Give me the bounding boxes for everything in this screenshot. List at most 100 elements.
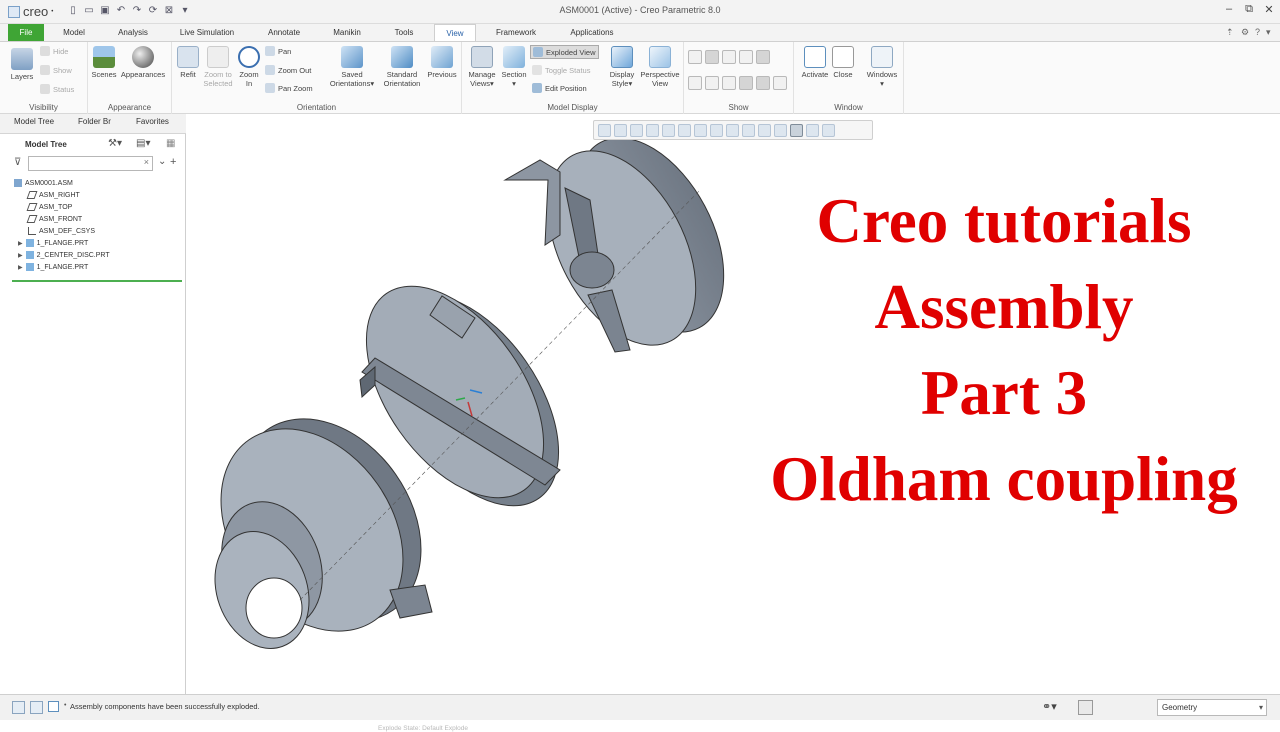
show-button[interactable]: Show [40, 65, 72, 75]
clear-search-icon[interactable]: × [144, 157, 149, 167]
tab-manikin[interactable]: Manikin [322, 24, 372, 41]
tab-file[interactable]: File [8, 24, 44, 41]
tree-item-asm-front[interactable]: ASM_FRONT [26, 215, 82, 223]
pan-button[interactable]: Pan [265, 46, 291, 56]
csys-tag-toggle[interactable] [739, 76, 753, 90]
tab-view[interactable]: View [434, 24, 476, 41]
tree-item-asm-top[interactable]: ASM_TOP [26, 203, 72, 211]
show-browser-icon[interactable] [30, 701, 43, 714]
axis-tag-toggle[interactable] [705, 76, 719, 90]
tab-applications[interactable]: Applications [560, 24, 624, 41]
tree-item-root[interactable]: ASM0001.ASM [14, 179, 73, 187]
close-button[interactable]: Close [830, 46, 856, 79]
expand-icon[interactable]: ▶ [18, 240, 23, 247]
zoom-out-icon[interactable] [630, 123, 643, 137]
tab-live-simulation[interactable]: Live Simulation [170, 24, 244, 41]
view-manager-icon[interactable] [694, 123, 707, 137]
tree-item-flange-2[interactable]: ▶ 1_FLANGE.PRT [18, 263, 88, 271]
tree-columns-icon[interactable]: ▦ [166, 138, 175, 149]
full-screen-icon[interactable] [48, 701, 59, 712]
tab-annotate[interactable]: Annotate [257, 24, 311, 41]
toggle-status-button[interactable]: Toggle Status [532, 65, 590, 75]
exploded-view-button[interactable]: Exploded View [530, 45, 600, 59]
help-icon[interactable]: ? [1255, 27, 1260, 37]
refit-icon[interactable] [598, 123, 611, 137]
csys-display-toggle[interactable] [739, 50, 753, 64]
windows-button[interactable]: Windows ▾ [864, 46, 900, 88]
smart-selection-icon[interactable] [1078, 700, 1093, 715]
edit-position-button[interactable]: Edit Position [532, 83, 587, 93]
repaint-icon[interactable] [646, 123, 659, 137]
tree-item-flange-1[interactable]: ▶ 1_FLANGE.PRT [18, 239, 88, 247]
filter-icon[interactable]: ⊽ [14, 157, 21, 168]
window-group-label[interactable]: Window [794, 103, 903, 112]
refit-button[interactable]: Refit [174, 46, 202, 79]
standard-orientation-button[interactable]: Standard Orientation [382, 46, 422, 88]
zoom-in-icon[interactable] [614, 123, 627, 137]
show-group-label[interactable]: Show [684, 103, 793, 112]
settings-icon[interactable]: ⚙ [1241, 27, 1249, 38]
status-button[interactable]: Status [40, 84, 74, 94]
add-icon[interactable]: + [170, 156, 176, 168]
datum-display-filter-icon[interactable] [742, 123, 755, 137]
tree-item-center-disc[interactable]: ▶ 2_CENTER_DISC.PRT [18, 251, 110, 259]
tree-settings-icon[interactable]: ⚒▾ [108, 138, 122, 149]
saved-orientations-button[interactable]: Saved Orientations▾ [324, 46, 380, 88]
dropdown-icon[interactable]: ▾ [1266, 27, 1271, 38]
tab-model[interactable]: Model [50, 24, 98, 41]
selection-icon[interactable]: ⚭▾ [1042, 700, 1057, 713]
annotation-display-icon[interactable] [758, 123, 771, 137]
previous-button[interactable]: Previous [424, 46, 460, 79]
perspective-view-button[interactable]: Perspective View [638, 46, 682, 88]
flange-top[interactable] [503, 114, 754, 370]
display-style-button[interactable]: Display Style▾ [606, 46, 638, 88]
tab-folder-browser[interactable]: Folder Br [78, 117, 124, 126]
show-navigator-icon[interactable] [12, 701, 25, 714]
activate-button[interactable]: Activate [798, 46, 832, 79]
tab-favorites[interactable]: Favorites [136, 117, 182, 126]
close-window-button[interactable]: ✕ [1260, 3, 1278, 16]
section-button[interactable]: Section ▾ [500, 46, 528, 88]
scenes-button[interactable]: Scenes [90, 46, 118, 79]
video-icon[interactable] [822, 123, 835, 137]
plane-display-toggle[interactable] [688, 50, 702, 64]
layers-button[interactable]: Layers [8, 48, 36, 81]
minimize-button[interactable]: – [1220, 3, 1238, 15]
tab-analysis[interactable]: Analysis [108, 24, 158, 41]
point-tag-toggle[interactable] [722, 76, 736, 90]
perspective-icon[interactable] [710, 123, 723, 137]
pan-zoom-button[interactable]: Pan Zoom [265, 83, 313, 93]
zoom-out-button[interactable]: Zoom Out [265, 65, 311, 75]
annotation-display-toggle[interactable] [773, 76, 787, 90]
display-style-icon[interactable] [662, 123, 675, 137]
tag-display-toggle[interactable] [756, 50, 770, 64]
tree-search-input[interactable]: × [28, 156, 153, 171]
hide-button[interactable]: Hide [40, 46, 68, 56]
appearances-button[interactable]: Appearances [120, 46, 166, 79]
pause-icon[interactable] [806, 123, 819, 137]
plane-tag-toggle[interactable] [688, 76, 702, 90]
tab-model-tree[interactable]: Model Tree [14, 117, 54, 126]
model-display-group-label[interactable]: Model Display [462, 103, 683, 112]
explode-toggle-icon[interactable] [790, 123, 803, 137]
zoom-to-selected-button[interactable]: Zoom to Selected [200, 46, 236, 88]
show-menu-icon[interactable]: ▤▾ [136, 138, 150, 149]
expand-icon[interactable]: ▶ [18, 252, 23, 259]
tree-item-asm-right[interactable]: ASM_RIGHT [26, 191, 80, 199]
saved-orientations-icon[interactable] [678, 123, 691, 137]
section-icon[interactable] [726, 123, 739, 137]
orientation-group-label[interactable]: Orientation [172, 103, 461, 112]
explode-lines-toggle[interactable] [756, 76, 770, 90]
selection-filter-select[interactable]: Geometry [1157, 699, 1267, 716]
point-display-toggle[interactable] [722, 50, 736, 64]
expand-icon[interactable]: ▶ [18, 264, 23, 271]
axis-display-toggle[interactable] [705, 50, 719, 64]
tab-framework[interactable]: Framework [486, 24, 546, 41]
restore-button[interactable]: ⧉ [1240, 3, 1258, 16]
lock-icon[interactable]: ⇡ [1226, 27, 1234, 38]
search-options-icon[interactable]: ⌄ [158, 156, 166, 167]
spin-center-icon[interactable] [774, 123, 787, 137]
appearance-group-label[interactable]: Appearance [88, 103, 171, 112]
tab-tools[interactable]: Tools [382, 24, 426, 41]
zoom-in-button[interactable]: Zoom In [236, 46, 262, 88]
